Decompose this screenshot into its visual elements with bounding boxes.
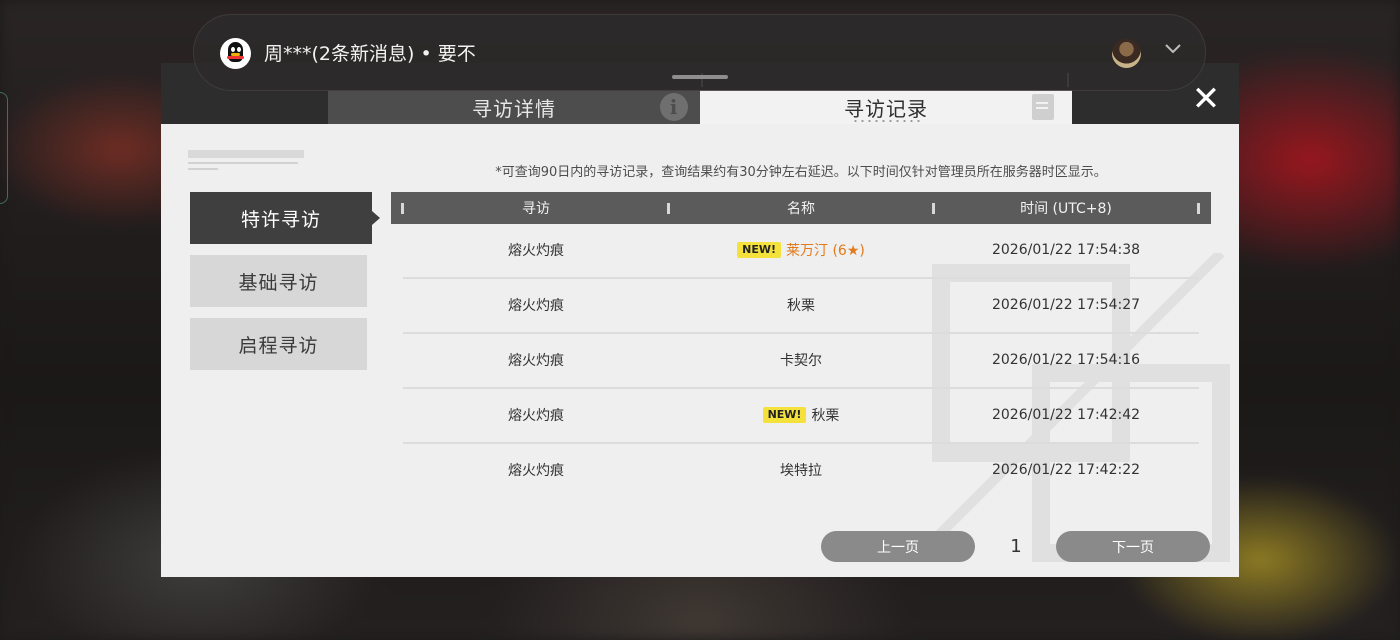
close-icon: ✕ [1191,79,1221,119]
new-badge: NEW! [737,242,782,258]
header-divider [1197,203,1200,214]
tab-active-indicator [852,120,922,122]
cell-name: 卡契尔 [668,334,934,386]
cell-pool: 熔火灼痕 [508,298,564,314]
sidebar-item-label: 启程寻访 [238,334,319,357]
message-notification-banner[interactable]: 周***(2条新消息) • 要不 [193,14,1206,91]
item-name: 卡契尔 [780,353,822,369]
cell-time: 2026/01/22 17:54:27 [991,297,1141,313]
query-notice: *可查询90日内的寻访记录，查询结果约有30分钟左右延迟。以下时间仅针对管理员所… [495,165,1107,180]
item-name: 秋栗 [787,298,815,314]
tab-label: 寻访记录 [844,96,928,121]
user-avatar [1112,39,1141,68]
record-list: 熔火灼痕 NEW! 莱万汀 (6★) 2026/01/22 17:54:38 熔… [403,224,1199,499]
drag-handle[interactable] [672,75,728,79]
cell-time: 2026/01/22 17:54:16 [991,352,1141,368]
item-name: 莱万汀 (6★) [786,243,865,259]
tab-gacha-records[interactable]: 寻访记录 [700,90,1072,124]
sidebar-item-label: 特许寻访 [240,208,321,231]
info-icon: i [660,93,688,121]
cell-pool: 熔火灼痕 [508,463,564,479]
previous-page-button[interactable]: 上一页 [821,531,975,562]
gacha-history-dialog: 寻访详情 i 寻访记录 ✕ 特许寻访 基础寻访 启程寻访 *可查询90日内的寻访… [161,63,1239,577]
cell-pool: 熔火灼痕 [508,243,564,259]
table-row: 熔火灼痕 NEW! 秋栗 2026/01/22 17:42:42 [403,389,1199,444]
item-name: 埃特拉 [780,463,822,479]
column-header-pool: 寻访 [522,201,550,217]
cell-pool: 熔火灼痕 [508,353,564,369]
chevron-down-icon[interactable] [1162,37,1184,59]
cell-name: 埃特拉 [668,444,934,496]
next-page-button[interactable]: 下一页 [1056,531,1210,562]
table-header: 寻访 名称 时间 (UTC+8) [391,192,1211,224]
table-row: 熔火灼痕 NEW! 莱万汀 (6★) 2026/01/22 17:54:38 [403,224,1199,279]
new-badge: NEW! [762,407,807,423]
sidebar-item-basic-gacha[interactable]: 基础寻访 [190,255,367,307]
current-page-number: 1 [1010,536,1022,557]
item-name: 秋栗 [811,408,840,424]
sidebar-item-starter-gacha[interactable]: 启程寻访 [190,318,367,370]
cell-name: 秋栗 [668,279,934,331]
cell-time: 2026/01/22 17:54:38 [991,242,1141,258]
sidebar-item-label: 基础寻访 [238,271,319,294]
column-header-time: 时间 (UTC+8) [1020,201,1112,217]
cell-name: NEW! 秋栗 [668,389,934,441]
cell-time: 2026/01/22 17:42:42 [991,407,1141,423]
side-panel-edge [0,92,8,204]
sidebar-item-special-gacha[interactable]: 特许寻访 [190,192,380,244]
table-row: 熔火灼痕 秋栗 2026/01/22 17:54:27 [403,279,1199,334]
column-header-name: 名称 [787,201,815,217]
tab-gacha-details[interactable]: 寻访详情 i [328,90,700,124]
qq-penguin-icon [220,38,251,69]
document-icon [1032,94,1054,120]
cell-name: NEW! 莱万汀 (6★) [668,224,934,276]
table-row: 熔火灼痕 埃特拉 2026/01/22 17:42:22 [403,444,1199,499]
cell-pool: 熔火灼痕 [508,408,564,424]
cell-time: 2026/01/22 17:42:22 [991,462,1141,478]
table-row: 熔火灼痕 卡契尔 2026/01/22 17:54:16 [403,334,1199,389]
decorative-header-lines [188,150,304,170]
close-button[interactable]: ✕ [1181,79,1231,119]
tab-label: 寻访详情 [472,96,556,121]
notification-text: 周***(2条新消息) • 要不 [264,43,476,65]
